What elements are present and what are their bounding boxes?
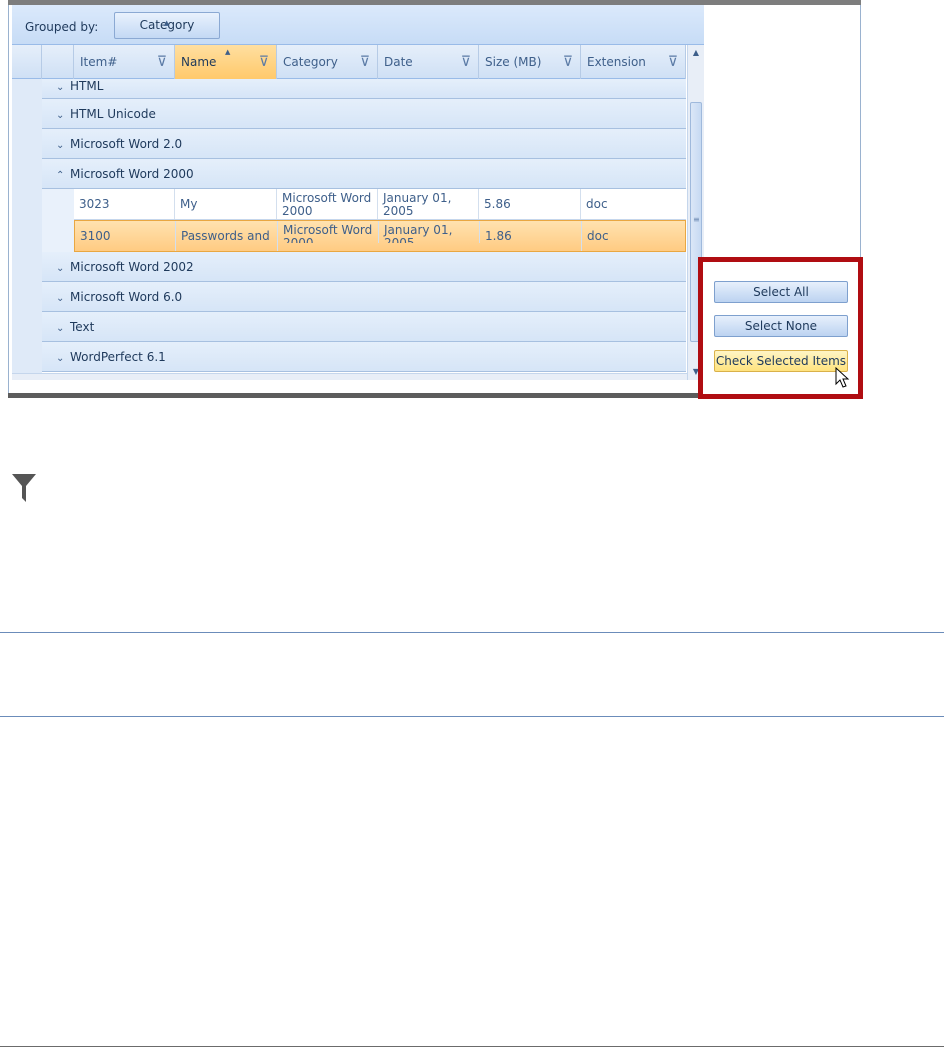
cell-category: Microsoft Word 2000 <box>277 189 378 219</box>
filter-funnel-icon <box>12 474 36 502</box>
cell-size: 1.86 <box>480 221 582 251</box>
column-header-label: Item# <box>80 55 118 69</box>
filter-icon[interactable]: ⊽ <box>668 45 678 79</box>
group-row-word-2000[interactable]: ⌃ Microsoft Word 2000 <box>42 159 686 189</box>
cell-name: My Buddies.doc <box>175 189 277 219</box>
filter-icon[interactable]: ⊽ <box>259 45 269 79</box>
column-header-category[interactable]: Category ⊽ <box>277 45 378 79</box>
cell-extension: doc <box>586 197 608 211</box>
group-chip-category[interactable]: ▲ Category <box>114 12 220 39</box>
cell-category: Microsoft Word 2000 <box>278 221 379 243</box>
group-row-text[interactable]: ⌄ Text <box>42 312 686 342</box>
column-header-label: Size (MB) <box>485 55 542 69</box>
chevron-up-icon[interactable]: ⌃ <box>56 161 70 191</box>
group-row-html[interactable]: ⌄ HTML <box>42 79 686 99</box>
group-row-label: HTML <box>70 79 104 93</box>
filter-icon[interactable]: ⊽ <box>157 45 167 79</box>
data-grid: Grouped by: ▲ Category Item# ⊽ ▲ Name ⊽ … <box>12 5 704 380</box>
grid-indent-column <box>12 79 42 373</box>
divider <box>0 716 944 717</box>
chevron-down-icon[interactable]: ⌄ <box>56 131 70 161</box>
highlight-box: Select All Select None Check Selected It… <box>698 257 863 399</box>
divider <box>0 632 944 633</box>
grip-icon: ≡ <box>693 215 700 224</box>
group-panel-label: Grouped by: <box>25 20 99 34</box>
column-header-size[interactable]: Size (MB) ⊽ <box>479 45 581 79</box>
cell-item: 3023 <box>74 189 175 219</box>
horizontal-scrollbar[interactable] <box>12 373 704 380</box>
group-row-label: HTML Unicode <box>70 107 156 121</box>
chevron-down-icon[interactable]: ⌄ <box>56 101 70 131</box>
cell-extension: doc <box>587 229 609 243</box>
scroll-up-icon[interactable]: ▲ <box>688 45 704 61</box>
column-header-extension[interactable]: Extension ⊽ <box>581 45 686 79</box>
chevron-down-icon[interactable]: ⌄ <box>56 81 70 95</box>
column-header-item[interactable]: Item# ⊽ <box>74 45 175 79</box>
chevron-down-icon[interactable]: ⌄ <box>56 314 70 344</box>
cell-item: 3100 <box>75 221 176 251</box>
filter-icon[interactable]: ⊽ <box>563 45 573 79</box>
cell-size: 5.86 <box>479 189 581 219</box>
mouse-cursor-icon <box>835 367 850 388</box>
group-row-word-2-0[interactable]: ⌄ Microsoft Word 2.0 <box>42 129 686 159</box>
group-indent-column <box>42 189 74 252</box>
column-header-label: Extension <box>587 55 646 69</box>
column-header-row: Item# ⊽ ▲ Name ⊽ Category ⊽ Date ⊽ Size … <box>12 45 686 79</box>
group-row-label: Microsoft Word 2000 <box>70 167 194 181</box>
group-row-label: Microsoft Word 6.0 <box>70 290 183 304</box>
check-selected-items-button[interactable]: Check Selected Items <box>714 350 848 372</box>
filter-icon[interactable]: ⊽ <box>461 45 471 79</box>
select-none-button[interactable]: Select None <box>714 315 848 337</box>
column-header-date[interactable]: Date ⊽ <box>378 45 479 79</box>
cell-name: Passwords and <box>176 221 278 251</box>
group-row-label: WordPerfect 6.1 <box>70 350 166 364</box>
sort-up-icon: ▲ <box>164 19 170 27</box>
group-row-label: Microsoft Word 2002 <box>70 260 194 274</box>
chevron-down-icon[interactable]: ⌄ <box>56 254 70 284</box>
group-row-html-unicode[interactable]: ⌄ HTML Unicode <box>42 99 686 129</box>
group-panel: Grouped by: ▲ Category <box>12 5 704 45</box>
table-row-selected[interactable]: 3100 Passwords and Microsoft Word 2000 J… <box>74 220 686 252</box>
group-row-label: Microsoft Word 2.0 <box>70 137 183 151</box>
filter-icon[interactable]: ⊽ <box>360 45 370 79</box>
cell-date: January 01, 2005 <box>378 189 479 219</box>
select-all-button[interactable]: Select All <box>714 281 848 303</box>
chevron-down-icon[interactable]: ⌄ <box>56 284 70 314</box>
column-header-label: Category <box>283 55 338 69</box>
table-row[interactable]: 3023 My Buddies.doc Microsoft Word 2000 … <box>74 189 686 220</box>
window-bottom-border <box>8 393 698 398</box>
group-row-word-6-0[interactable]: ⌄ Microsoft Word 6.0 <box>42 282 686 312</box>
column-header-label: Name <box>181 55 217 69</box>
header-indent-1 <box>12 45 42 79</box>
group-row-label: Text <box>70 320 95 334</box>
column-header-label: Date <box>384 55 413 69</box>
chevron-down-icon[interactable]: ⌄ <box>56 344 70 374</box>
group-row-word-2002[interactable]: ⌄ Microsoft Word 2002 <box>42 252 686 282</box>
sort-asc-icon: ▲ <box>225 48 231 56</box>
header-indent-2 <box>42 45 74 79</box>
column-header-name[interactable]: ▲ Name ⊽ <box>175 45 277 79</box>
cell-date: January 01, 2005 <box>379 221 480 243</box>
group-row-wordperfect[interactable]: ⌄ WordPerfect 6.1 <box>42 342 686 372</box>
